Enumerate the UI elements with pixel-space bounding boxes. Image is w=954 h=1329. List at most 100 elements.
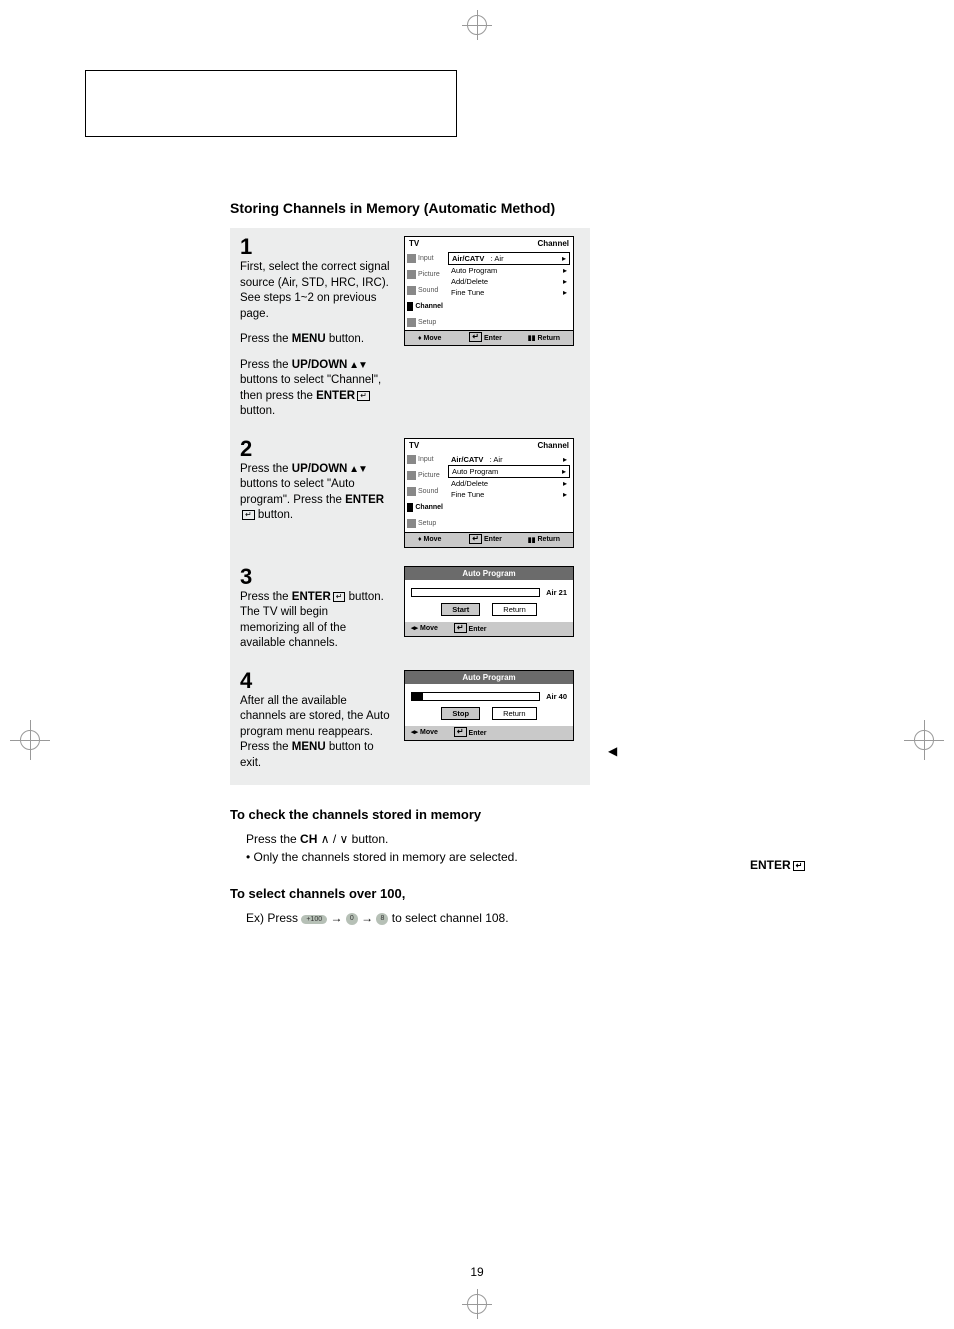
footer-enter: ↵ Enter [467,333,502,343]
side-marker-icon: ◀ [608,744,617,758]
osd-side-channel: Channel [405,500,445,516]
page-number: 19 [470,1265,483,1279]
l: Move [424,335,442,342]
osd-row-adddelete: Add/Delete▸ [448,478,570,489]
t: button. [348,832,388,846]
progress-bar [411,588,540,597]
l: Input [418,456,434,463]
osd-row-adddelete: Add/Delete▸ [448,276,570,287]
l: Enter [469,730,487,737]
step-3: 3 Press the ENTER↵ button. The TV will b… [240,566,580,652]
updown-label: UP/DOWN [292,359,348,371]
enter-label: ENTER [345,494,384,506]
t: buttons to select "Auto program". Press … [240,478,355,506]
step-1-text-3: Press the UP/DOWN ▲▼ buttons to select "… [240,358,390,420]
updown-icon: ▲▼ [347,464,367,475]
key-0-icon: 0 [346,913,358,925]
step-3-text-2: The TV will begin memorizing all of the … [240,605,390,652]
auto-program-panel-2: Auto Program Air 40 Stop Return ◂▸ Move [404,670,574,741]
ch-up-icon: ∧ [321,832,330,846]
footer-move: ♦ Move [418,333,441,343]
l: Setup [418,520,436,527]
step-2-number: 2 [240,438,390,460]
t: → [327,911,346,925]
setup-icon [407,519,416,528]
osd-tv-label: TV [409,441,419,450]
enter-label-right: ENTER↵ [750,858,805,872]
v: : Air [490,455,503,464]
osd-side-picture: Picture [405,266,445,282]
enter-label: ENTER [316,390,355,402]
progress-label: Air 21 [546,588,567,597]
step-1: 1 First, select the correct signal sourc… [240,236,580,420]
progress-bar [411,692,540,701]
l: Picture [418,472,440,479]
arrow-icon: ▸ [563,455,567,464]
osd-row-autoprogram: Auto Program▸ [448,265,570,276]
osd-channel-label: Channel [537,239,569,248]
enter-icon: ↵ [469,332,482,342]
step-2: 2 Press the UP/DOWN ▲▼ buttons to select… [240,438,580,548]
sound-icon [407,487,416,496]
progress-label: Air 40 [546,692,567,701]
l: Enter [484,335,502,342]
l: Input [418,255,434,262]
enter-icon: ↵ [793,861,806,871]
osd-side-sound: Sound [405,282,445,298]
l: Channel [415,504,443,511]
picture-icon [407,270,416,279]
footer-move: ◂▸ Move [411,728,438,738]
key-100-icon: +100 [301,915,327,924]
l: Move [420,729,438,736]
footer-enter: ↵ Enter [452,624,487,634]
footer-enter: ↵ Enter [452,728,487,738]
picture-icon [407,471,416,480]
footer-enter: ↵ Enter [467,535,502,545]
footer-move: ♦ Move [418,535,441,545]
enter-icon: ↵ [454,623,467,633]
l: ENTER [750,858,791,872]
check-heading: To check the channels stored in memory [230,807,810,822]
sound-icon [407,286,416,295]
auto-footer: ◂▸ Move ↵ Enter [405,622,573,636]
enter-label: ENTER [292,591,331,603]
l: Return [538,335,561,342]
t: button. [240,405,275,417]
step-1-number: 1 [240,236,390,258]
check-line: Press the CH ∧ / ∨ button. [246,832,810,846]
l: Air/CATV [451,455,483,464]
step-1-text-2: Press the MENU button. [240,332,390,348]
t: to select channel 108. [388,911,508,925]
l: Enter [484,536,502,543]
auto-footer: ◂▸ Move ↵ Enter [405,726,573,740]
osd-screenshot-2: TV Channel Input Picture Sound Channel S… [404,438,574,548]
osd-side-setup: Setup [405,516,445,532]
t: button. [345,591,383,603]
step-3-number: 3 [240,566,390,588]
setup-icon [407,318,416,327]
l: Enter [469,626,487,633]
osd-row-finetune: Fine Tune▸ [448,489,570,500]
enter-icon: ↵ [333,592,346,602]
osd-side-channel: Channel [405,298,445,314]
ch-label: CH [300,832,317,846]
l: Auto Program [451,266,497,275]
l: Sound [418,488,438,495]
step-4: 4 After all the available channels are s… [240,670,580,772]
t: Ex) Press [246,911,301,925]
check-bullet: Only the channels stored in memory are s… [246,850,810,864]
l: Fine Tune [451,490,484,499]
channel-icon [407,503,413,512]
osd-side-sound: Sound [405,484,445,500]
enter-icon: ↵ [469,534,482,544]
header-placeholder-box [85,70,457,137]
stop-button: Stop [441,707,480,720]
step-3-text-1: Press the ENTER↵ button. [240,590,390,606]
l: Add/Delete [451,277,488,286]
menu-label: MENU [292,333,326,345]
l: Setup [418,319,436,326]
updown-icon: ▲▼ [347,360,367,371]
auto-program-panel-1: Auto Program Air 21 Start Return ◂▸ Move [404,566,574,637]
input-icon [407,455,416,464]
start-button: Start [441,603,480,616]
